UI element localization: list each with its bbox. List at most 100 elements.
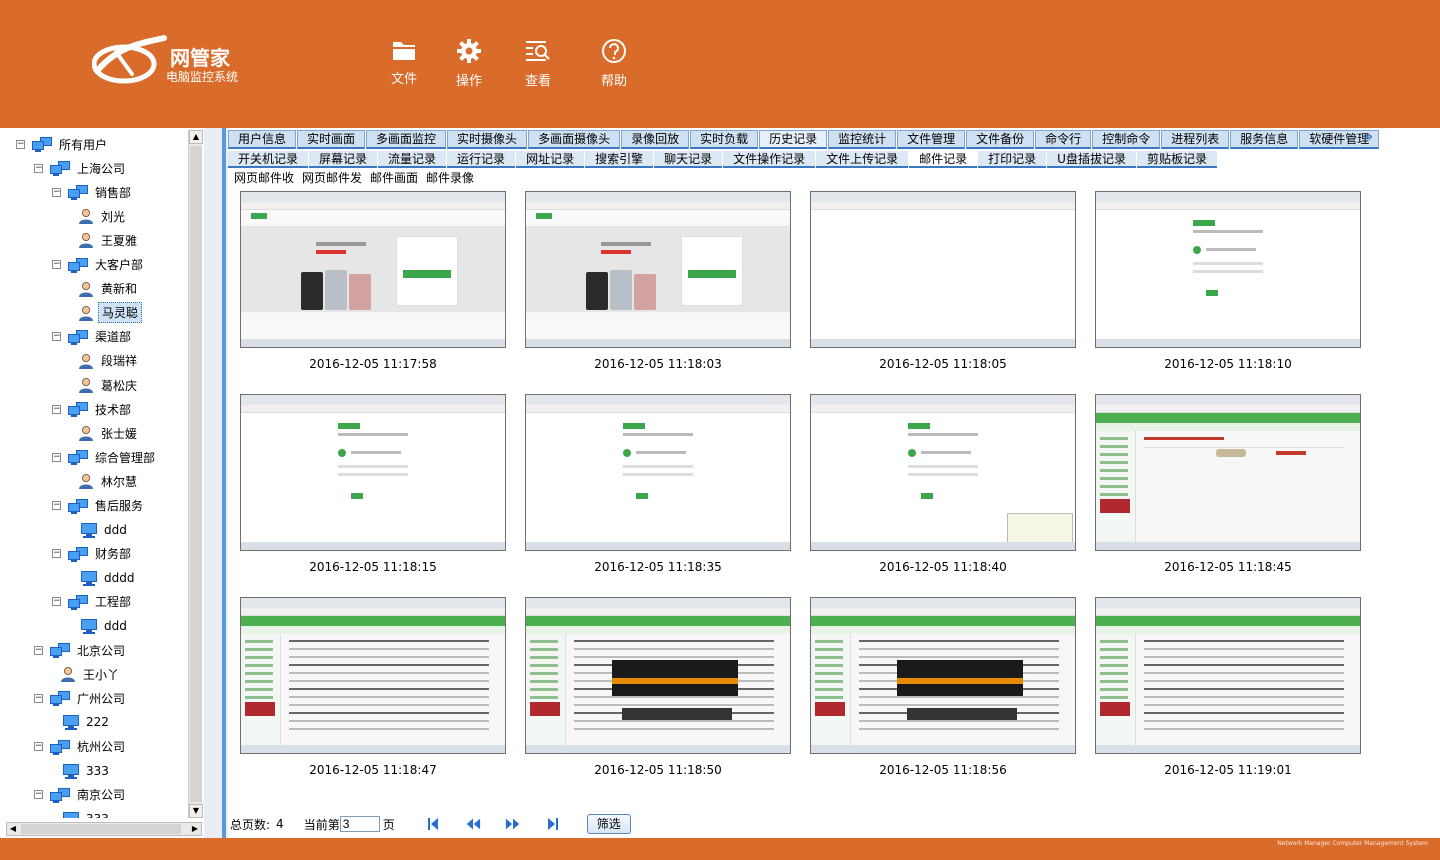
screenshot-image[interactable] bbox=[525, 394, 791, 551]
history-tab[interactable]: 聊天记录 bbox=[654, 151, 723, 168]
screenshot-image[interactable] bbox=[240, 191, 506, 348]
screenshot-image[interactable] bbox=[1095, 394, 1361, 551]
main-tab[interactable]: 文件备份 bbox=[966, 130, 1035, 149]
scroll-right-arrow-icon[interactable]: ▶ bbox=[189, 823, 201, 835]
mail-tab[interactable]: 网页邮件发 bbox=[302, 170, 362, 188]
collapse-toggle-icon[interactable]: − bbox=[52, 404, 61, 414]
first-page-icon[interactable] bbox=[425, 816, 441, 832]
main-tab[interactable]: 历史记录 bbox=[759, 130, 828, 149]
collapse-toggle-icon[interactable]: − bbox=[52, 549, 61, 559]
history-tab[interactable]: 网址记录 bbox=[516, 151, 585, 168]
scroll-left-arrow-icon[interactable]: ◀ bbox=[7, 823, 19, 835]
tree-node-group[interactable]: − 所有用户 bbox=[16, 134, 110, 154]
next-page-icon[interactable] bbox=[505, 816, 521, 832]
history-tab[interactable]: 流量记录 bbox=[378, 151, 447, 168]
toolbar-view-button[interactable]: 查看 bbox=[513, 38, 563, 90]
screenshot-image[interactable] bbox=[810, 597, 1076, 754]
history-tab[interactable]: U盘插拔记录 bbox=[1047, 151, 1136, 168]
tree-node-group[interactable]: − 售后服务 bbox=[52, 496, 146, 516]
history-tab[interactable]: 开关机记录 bbox=[228, 151, 309, 168]
history-tab[interactable]: 文件操作记录 bbox=[723, 151, 816, 168]
collapse-toggle-icon[interactable]: − bbox=[16, 139, 25, 149]
tree-node-group[interactable]: − 广州公司 bbox=[34, 688, 128, 708]
toolbar-help-button[interactable]: 帮助 bbox=[589, 38, 639, 90]
tree-node-group[interactable]: − 南京公司 bbox=[34, 785, 128, 805]
screenshot-image[interactable] bbox=[810, 394, 1076, 551]
screenshot-image[interactable] bbox=[240, 394, 506, 551]
tree-node-user[interactable]: 葛松庆 bbox=[78, 375, 140, 395]
tree-node-group[interactable]: − 技术部 bbox=[52, 399, 134, 419]
tree-node-user[interactable]: 段瑞祥 bbox=[78, 351, 140, 371]
collapse-toggle-icon[interactable]: − bbox=[52, 501, 61, 510]
collapse-toggle-icon[interactable]: − bbox=[34, 790, 43, 800]
tree-node-group[interactable]: − 渠道部 bbox=[52, 327, 134, 347]
tree-node-user[interactable]: 刘光 bbox=[78, 206, 128, 226]
history-tab[interactable]: 搜索引擎 bbox=[585, 151, 654, 168]
screenshot-image[interactable] bbox=[240, 597, 506, 754]
screenshot-thumbnail[interactable]: 2016-12-05 11:18:35 bbox=[525, 394, 791, 582]
main-tab[interactable]: 实时摄像头 bbox=[447, 130, 528, 149]
last-page-icon[interactable] bbox=[545, 816, 561, 832]
collapse-toggle-icon[interactable]: − bbox=[52, 332, 61, 342]
mail-tab[interactable]: 邮件录像 bbox=[426, 170, 474, 188]
screenshot-thumbnail[interactable]: 2016-12-05 11:18:40 bbox=[810, 394, 1076, 582]
main-tab[interactable]: 用户信息 bbox=[228, 130, 297, 149]
screenshot-thumbnail[interactable]: 2016-12-05 11:18:47 bbox=[240, 597, 506, 785]
main-tab[interactable]: 多画面摄像头 bbox=[528, 130, 621, 149]
tree-node-user[interactable]: 林尔慧 bbox=[78, 471, 140, 491]
history-tab[interactable]: 剪贴板记录 bbox=[1136, 151, 1217, 168]
screenshot-thumbnail[interactable]: 2016-12-05 11:18:03 bbox=[525, 191, 791, 379]
tree-node-user[interactable]: 马灵聪 bbox=[78, 302, 143, 324]
tree-node-user[interactable]: 黄新和 bbox=[78, 279, 140, 299]
tree-vertical-scrollbar[interactable]: ▲ ▼ bbox=[188, 130, 203, 818]
screenshot-image[interactable] bbox=[525, 191, 791, 348]
collapse-toggle-icon[interactable]: − bbox=[52, 187, 61, 197]
screenshot-thumbnail[interactable]: 2016-12-05 11:18:45 bbox=[1095, 394, 1361, 582]
tree-node-computer[interactable]: 333 bbox=[60, 809, 112, 818]
collapse-toggle-icon[interactable]: − bbox=[52, 260, 61, 269]
scroll-up-arrow-icon[interactable]: ▲ bbox=[189, 130, 203, 144]
current-page-input[interactable] bbox=[339, 816, 380, 832]
screenshot-image[interactable] bbox=[1095, 191, 1361, 348]
tree-node-group[interactable]: − 北京公司 bbox=[34, 640, 128, 660]
main-tab[interactable]: 文件管理 bbox=[897, 130, 966, 149]
history-tab[interactable]: 打印记录 bbox=[978, 151, 1047, 168]
main-tab[interactable]: 命令行 bbox=[1035, 130, 1092, 149]
collapse-toggle-icon[interactable]: − bbox=[34, 742, 43, 751]
tree-node-computer[interactable]: 333 bbox=[60, 761, 112, 781]
tree-node-group[interactable]: − 综合管理部 bbox=[52, 447, 158, 467]
tree-node-group[interactable]: − 大客户部 bbox=[52, 255, 146, 275]
main-tab[interactable]: 进程列表 bbox=[1161, 130, 1230, 149]
main-tab[interactable]: 监控统计 bbox=[828, 130, 897, 149]
previous-page-icon[interactable] bbox=[465, 816, 481, 832]
tree-node-computer[interactable]: ddd bbox=[78, 520, 130, 540]
scroll-down-arrow-icon[interactable]: ▼ bbox=[189, 804, 203, 818]
screenshot-thumbnail[interactable]: 2016-12-05 11:18:05 bbox=[810, 191, 1076, 379]
screenshot-thumbnail[interactable]: 2016-12-05 11:18:10 bbox=[1095, 191, 1361, 379]
collapse-toggle-icon[interactable]: − bbox=[34, 645, 43, 655]
main-tab[interactable]: 录像回放 bbox=[621, 130, 690, 149]
mail-tab[interactable]: 邮件画面 bbox=[370, 170, 418, 188]
tree-node-user[interactable]: 王小丫 bbox=[60, 664, 122, 684]
hscroll-thumb[interactable] bbox=[21, 824, 181, 834]
tree-horizontal-scrollbar[interactable]: ◀ ▶ bbox=[6, 822, 202, 836]
screenshot-thumbnail[interactable]: 2016-12-05 11:18:56 bbox=[810, 597, 1076, 785]
tree-node-user[interactable]: 王夏雅 bbox=[78, 230, 140, 250]
main-tab[interactable]: 控制命令 bbox=[1092, 130, 1161, 149]
tree-node-user[interactable]: 张士媛 bbox=[78, 423, 140, 443]
collapse-toggle-icon[interactable]: − bbox=[52, 597, 61, 607]
screenshot-thumbnail[interactable]: 2016-12-05 11:17:58 bbox=[240, 191, 506, 379]
more-tabs-chevron-icon[interactable]: » bbox=[1364, 129, 1373, 145]
toolbar-operate-button[interactable]: 操作 bbox=[444, 38, 494, 90]
tree-node-group[interactable]: − 上海公司 bbox=[34, 158, 128, 178]
screenshot-image[interactable] bbox=[525, 597, 791, 754]
tree-node-group[interactable]: − 工程部 bbox=[52, 592, 134, 612]
main-tab[interactable]: 实时负载 bbox=[690, 130, 759, 149]
tree-node-group[interactable]: − 销售部 bbox=[52, 182, 134, 202]
screenshot-thumbnail[interactable]: 2016-12-05 11:18:50 bbox=[525, 597, 791, 785]
tree-node-group[interactable]: − 财务部 bbox=[52, 544, 134, 564]
collapse-toggle-icon[interactable]: − bbox=[34, 693, 43, 703]
mail-tab[interactable]: 网页邮件收 bbox=[234, 170, 294, 188]
screenshot-thumbnail[interactable]: 2016-12-05 11:19:01 bbox=[1095, 597, 1361, 785]
screenshot-image[interactable] bbox=[810, 191, 1076, 348]
